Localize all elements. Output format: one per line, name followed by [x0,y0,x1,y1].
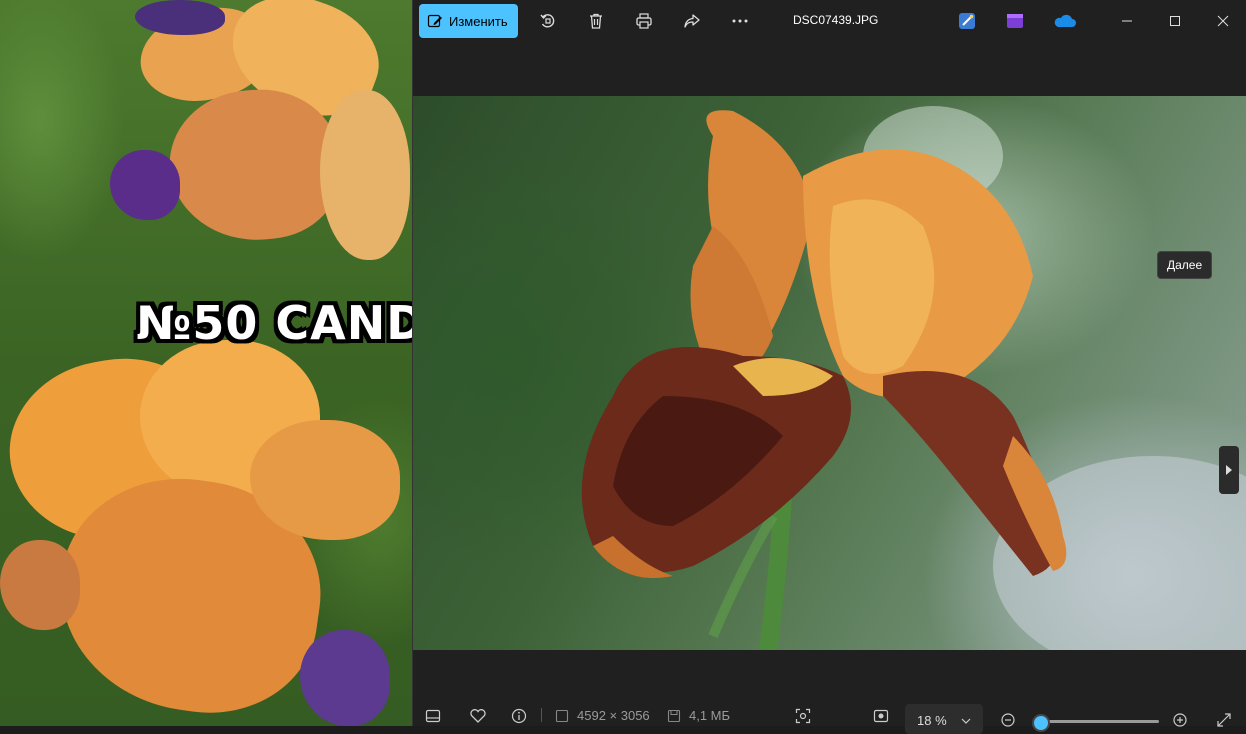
next-photo-button[interactable] [1219,446,1239,494]
maximize-icon [1170,16,1180,26]
chevron-down-icon [961,718,971,724]
zoom-out-button[interactable] [1001,713,1015,732]
designer-icon [959,13,975,29]
clipchamp-button[interactable] [1005,11,1025,31]
close-button[interactable] [1199,0,1246,42]
more-icon [732,19,748,23]
maximize-button[interactable] [1151,0,1199,42]
favorite-button[interactable] [469,708,487,724]
edit-button-label: Изменить [449,13,508,29]
expand-icon [1217,713,1231,727]
minimize-icon [1122,20,1132,22]
title-bar: Изменить DSC07439.JPG [413,0,1246,42]
file-name-title: DSC07439.JPG [793,13,879,27]
filmstrip-button[interactable] [425,708,441,724]
rotate-button[interactable] [530,6,566,36]
minimize-button[interactable] [1103,0,1151,42]
save-disk-icon [667,709,681,722]
fit-window-icon [873,709,889,723]
onedrive-icon [1054,14,1076,27]
print-icon [635,13,652,29]
delete-button[interactable] [578,6,614,36]
zoom-slider-track[interactable] [1039,720,1159,723]
zoom-slider-thumb[interactable] [1032,714,1051,732]
visual-search-button[interactable] [795,708,811,724]
filmstrip-icon [425,709,441,723]
full-screen-button[interactable] [1217,713,1231,732]
iris-photo [581,106,1246,650]
edit-image-icon [427,14,442,28]
zoom-out-icon [1001,713,1015,727]
zoom-dropdown[interactable]: 18 % [905,704,983,734]
heart-icon [470,709,486,723]
edit-button[interactable]: Изменить [419,4,518,38]
designer-button[interactable] [957,11,977,31]
trash-icon [589,13,602,29]
zoom-in-button[interactable] [1173,713,1187,732]
dimensions-group: 4592 × 3056 [555,708,650,723]
share-icon [683,14,700,28]
clipchamp-icon [1007,14,1023,28]
file-size: 4,1 МБ [689,708,731,723]
image-dimensions: 4592 × 3056 [577,708,650,723]
info-icon [511,708,527,724]
fit-to-window-button[interactable] [873,708,889,724]
visual-search-icon [795,708,811,724]
more-options-button[interactable] [722,6,758,36]
next-tooltip: Далее [1157,251,1213,279]
status-divider [541,708,542,722]
share-button[interactable] [674,6,710,36]
chevron-right-icon [1226,465,1232,475]
file-info-button[interactable] [511,708,527,724]
file-size-group: 4,1 МБ [667,708,730,723]
onedrive-button[interactable] [1053,11,1077,31]
print-button[interactable] [626,6,662,36]
photo-canvas[interactable]: Далее [413,96,1246,650]
rotate-icon [540,14,554,28]
background-video-frame: №50 CAND [0,0,412,726]
zoom-in-icon [1173,713,1187,727]
close-icon [1217,15,1229,27]
image-dimensions-icon [555,709,569,722]
video-caption: №50 CAND [136,296,412,350]
photos-viewer-window: Изменить DSC07439.JPG Далее 4592 × 3056 … [412,0,1246,734]
